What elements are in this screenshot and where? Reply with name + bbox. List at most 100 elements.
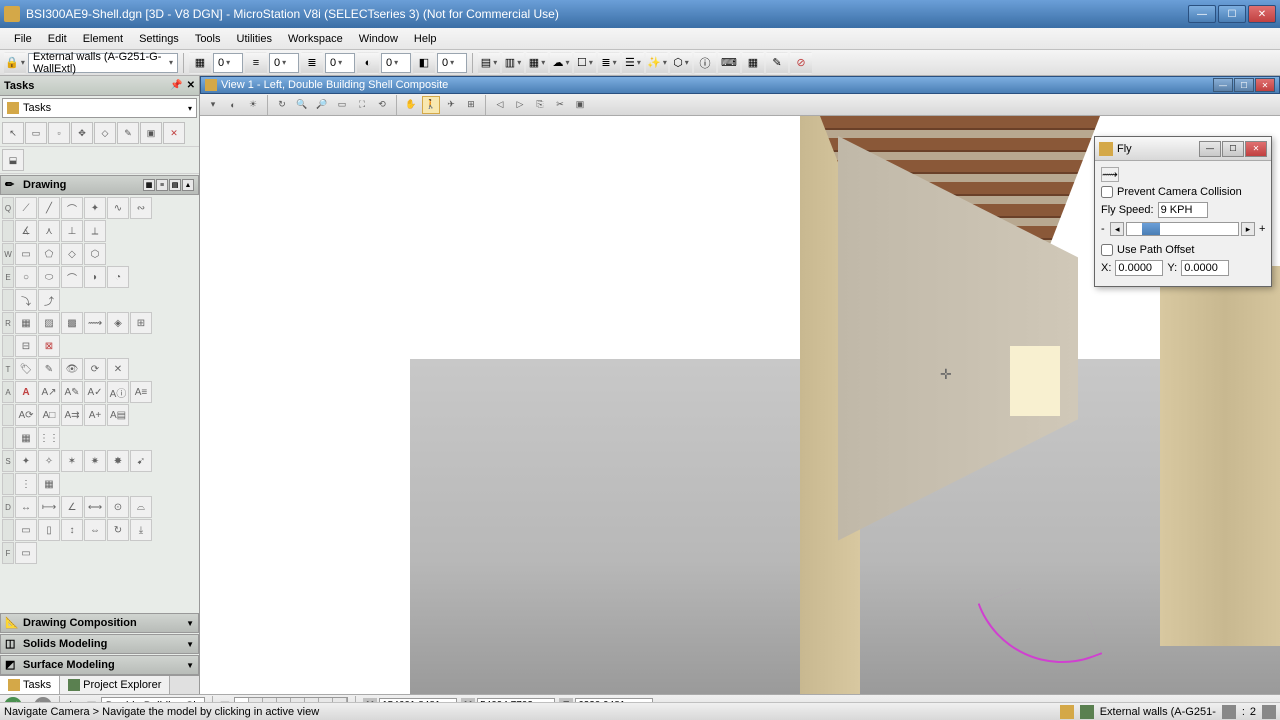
- modify-arc-axis-icon[interactable]: ⤴: [38, 289, 60, 311]
- pan-view-icon[interactable]: ✋: [402, 96, 420, 114]
- copy-inc-text-icon[interactable]: A+: [84, 404, 106, 426]
- view-next-icon[interactable]: ▷: [511, 96, 529, 114]
- define-cell-icon[interactable]: ✶: [61, 450, 83, 472]
- linestyle-spin[interactable]: 0▾: [269, 53, 299, 73]
- layout-grid-icon[interactable]: ▦: [143, 179, 155, 191]
- menu-edit[interactable]: Edit: [40, 31, 75, 47]
- place-block-icon[interactable]: ▭: [15, 243, 37, 265]
- place-circle-icon[interactable]: ○: [15, 266, 37, 288]
- menu-utilities[interactable]: Utilities: [229, 31, 280, 47]
- toolbox-expand-icon[interactable]: ⬓: [2, 149, 24, 171]
- place-halfellipse-icon[interactable]: ◗: [84, 266, 106, 288]
- delete-tool-icon[interactable]: ✕: [163, 122, 185, 144]
- view-maximize-button[interactable]: ☐: [1234, 78, 1254, 92]
- view-titlebar[interactable]: View 1 - Left, Double Building Shell Com…: [200, 76, 1280, 94]
- menu-tools[interactable]: Tools: [187, 31, 229, 47]
- menu-workspace[interactable]: Workspace: [280, 31, 351, 47]
- place-arc2-icon[interactable]: ⌒: [61, 266, 83, 288]
- change-pattern-icon[interactable]: ⊠: [38, 335, 60, 357]
- references-button[interactable]: ▥▾: [502, 52, 524, 74]
- place-quarter-icon[interactable]: ◔: [107, 266, 129, 288]
- place-ellipse-icon[interactable]: ⬭: [38, 266, 60, 288]
- dimension-angular-icon[interactable]: ∠: [61, 496, 83, 518]
- levels-button[interactable]: ≣▾: [598, 52, 620, 74]
- tag-change-icon[interactable]: ⟳: [84, 358, 106, 380]
- place-text-node-icon[interactable]: A□: [38, 404, 60, 426]
- element-info-button[interactable]: ✨▾: [646, 52, 668, 74]
- info-button[interactable]: ⓘ: [694, 52, 716, 74]
- cell-selector-icon[interactable]: ➹: [130, 450, 152, 472]
- dim-drop-icon[interactable]: ⤓: [130, 519, 152, 541]
- level-combo[interactable]: External walls (A-G251-G-WallExtl)▾: [28, 53, 178, 73]
- status-level[interactable]: External walls (A-G251-: [1100, 706, 1216, 718]
- copy-text-icon[interactable]: A⇉: [61, 404, 83, 426]
- menu-window[interactable]: Window: [351, 31, 406, 47]
- manipulate-tool-icon[interactable]: ✥: [71, 122, 93, 144]
- dimension-radial-icon[interactable]: ⊙: [107, 496, 129, 518]
- menu-element[interactable]: Element: [75, 31, 131, 47]
- class-spin[interactable]: 0▾: [381, 53, 411, 73]
- explorer-button[interactable]: ▦: [742, 52, 764, 74]
- construct-line-aa-icon[interactable]: ⟂: [84, 220, 106, 242]
- place-arc-icon[interactable]: ⌒: [61, 197, 83, 219]
- update-view-icon[interactable]: ↻: [273, 96, 291, 114]
- weight-button[interactable]: ≣: [301, 52, 323, 74]
- fill-text-icon[interactable]: A▤: [107, 404, 129, 426]
- minimize-button[interactable]: —: [1188, 5, 1216, 23]
- menu-settings[interactable]: Settings: [131, 31, 187, 47]
- match-text-icon[interactable]: A≡: [130, 381, 152, 403]
- color-spin[interactable]: 0▾: [213, 53, 243, 73]
- key-in-button[interactable]: ⌨: [718, 52, 740, 74]
- offset-y-input[interactable]: [1181, 260, 1229, 276]
- view-minimize-button[interactable]: —: [1213, 78, 1233, 92]
- modify-tool-icon[interactable]: ◇: [94, 122, 116, 144]
- dim-label-icon[interactable]: ▯: [38, 519, 60, 541]
- cells-button[interactable]: ⬡▾: [670, 52, 692, 74]
- snap-mode-icon[interactable]: [1060, 705, 1074, 719]
- cell-library-icon[interactable]: ▦: [38, 473, 60, 495]
- dim-match-icon[interactable]: ⇔: [84, 519, 106, 541]
- view-tool-icon[interactable]: ▫: [48, 122, 70, 144]
- hatch-area-icon[interactable]: ▨: [38, 312, 60, 334]
- dimension-ordinate-icon[interactable]: ⟷: [84, 496, 106, 518]
- slider-thumb[interactable]: [1142, 223, 1160, 235]
- place-shape-icon[interactable]: ⬠: [38, 243, 60, 265]
- place-line-icon[interactable]: ╱: [38, 197, 60, 219]
- construct-min-dist-icon[interactable]: ⊥: [61, 220, 83, 242]
- prevent-collision-checkbox[interactable]: [1101, 186, 1113, 198]
- slider-track[interactable]: [1126, 222, 1239, 236]
- tab-project-explorer[interactable]: Project Explorer: [60, 676, 170, 694]
- pin-icon[interactable]: 📌: [170, 80, 182, 91]
- measure-tool-icon[interactable]: ✎: [117, 122, 139, 144]
- markup-button[interactable]: ✎: [766, 52, 788, 74]
- tag-review-icon[interactable]: 👁: [61, 358, 83, 380]
- fly-speed-input[interactable]: [1158, 202, 1208, 218]
- place-point-icon[interactable]: ✦: [84, 197, 106, 219]
- class-button[interactable]: ◐: [357, 52, 379, 74]
- construct-bisector-icon[interactable]: ⋏: [38, 220, 60, 242]
- crosshatch-icon[interactable]: ▩: [61, 312, 83, 334]
- walk-icon[interactable]: 🚶: [422, 96, 440, 114]
- adjust-brightness-icon[interactable]: ☀: [244, 96, 262, 114]
- display-style-icon[interactable]: ◐: [224, 96, 242, 114]
- place-text-icon[interactable]: A: [15, 381, 37, 403]
- zoom-out-icon[interactable]: 🔎: [313, 96, 331, 114]
- dimension-linear-icon[interactable]: ⟼: [38, 496, 60, 518]
- place-active-point-icon[interactable]: ⋮: [15, 473, 37, 495]
- layout-panel-icon[interactable]: ▤: [169, 179, 181, 191]
- panel-close-icon[interactable]: ✕: [187, 80, 195, 91]
- text-table-icon[interactable]: ▦: [15, 427, 37, 449]
- view-close-button[interactable]: ✕: [1255, 78, 1275, 92]
- fly-icon[interactable]: ✈: [442, 96, 460, 114]
- fly-dialog-titlebar[interactable]: Fly — ☐ ✕: [1095, 137, 1271, 161]
- construct-angle-icon[interactable]: ∡: [15, 220, 37, 242]
- modify-arc-icon[interactable]: ⤵: [15, 289, 37, 311]
- tag-edit-icon[interactable]: ✎: [38, 358, 60, 380]
- view-previous-icon[interactable]: ◁: [491, 96, 509, 114]
- dimension-element-icon[interactable]: ↔: [15, 496, 37, 518]
- weight-spin[interactable]: 0▾: [325, 53, 355, 73]
- fly-close-button[interactable]: ✕: [1245, 141, 1267, 157]
- copy-view-icon[interactable]: ⎘: [531, 96, 549, 114]
- dgn-file-icon[interactable]: [1262, 705, 1276, 719]
- place-note-icon[interactable]: A↗: [38, 381, 60, 403]
